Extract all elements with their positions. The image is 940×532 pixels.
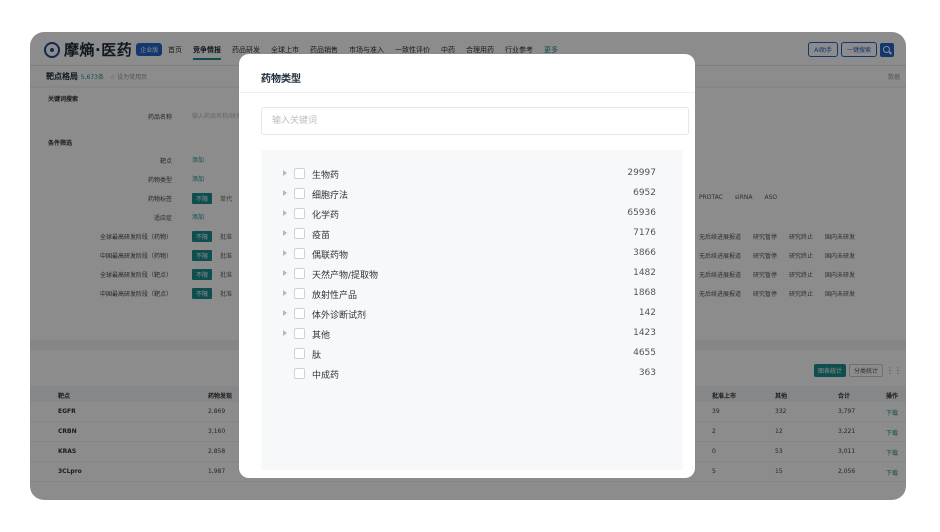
- checkbox[interactable]: [294, 308, 305, 319]
- tree-item-count: 1482: [633, 268, 656, 278]
- tree-item[interactable]: 天然产物/提取物 1482: [261, 264, 683, 284]
- expand-arrow-icon[interactable]: [283, 230, 287, 236]
- tree-item-count: 1868: [633, 288, 656, 298]
- keyword-input[interactable]: [261, 107, 689, 135]
- tree-item-count: 4655: [633, 348, 656, 358]
- dialog-divider: [239, 92, 695, 93]
- tree-item-label: 天然产物/提取物: [312, 271, 379, 281]
- drug-type-tree: 生物药 29997 细胞疗法 6952 化学药 65936 疫苗 7176 偶联…: [261, 150, 683, 470]
- tree-item[interactable]: 细胞疗法 6952: [261, 184, 683, 204]
- checkbox[interactable]: [294, 228, 305, 239]
- tree-item-count: 6952: [633, 188, 656, 198]
- tree-item-count: 29997: [627, 168, 656, 178]
- expand-arrow-icon[interactable]: [283, 210, 287, 216]
- tree-item[interactable]: 其他 1423: [261, 324, 683, 344]
- tree-item[interactable]: 肽 4655: [261, 344, 683, 364]
- drug-type-dialog: 药物类型 生物药 29997 细胞疗法 6952 化学药 65936 疫苗 71…: [239, 54, 695, 478]
- expand-arrow-icon[interactable]: [283, 270, 287, 276]
- tree-item-label: 体外诊断试剂: [312, 311, 367, 321]
- tree-item[interactable]: 中成药 363: [261, 364, 683, 384]
- tree-item[interactable]: 化学药 65936: [261, 204, 683, 224]
- expand-arrow-icon[interactable]: [283, 290, 287, 296]
- checkbox[interactable]: [294, 248, 305, 259]
- tree-item-label: 其他: [312, 331, 331, 341]
- tree-item[interactable]: 偶联药物 3866: [261, 244, 683, 264]
- tree-item[interactable]: 疫苗 7176: [261, 224, 683, 244]
- checkbox[interactable]: [294, 188, 305, 199]
- tree-item-label: 中成药: [312, 371, 340, 381]
- checkbox[interactable]: [294, 328, 305, 339]
- checkbox[interactable]: [294, 268, 305, 279]
- checkbox[interactable]: [294, 168, 305, 179]
- tree-item-count: 65936: [627, 208, 656, 218]
- tree-item-label: 化学药: [312, 211, 340, 221]
- expand-arrow-icon[interactable]: [283, 190, 287, 196]
- checkbox[interactable]: [294, 348, 305, 359]
- tree-item-label: 偶联药物: [312, 251, 349, 261]
- tree-item[interactable]: 体外诊断试剂 142: [261, 304, 683, 324]
- tree-item-count: 7176: [633, 228, 656, 238]
- tree-item-label: 生物药: [312, 171, 340, 181]
- tree-item[interactable]: 生物药 29997: [261, 164, 683, 184]
- tree-item-count: 1423: [633, 328, 656, 338]
- tree-item-count: 142: [638, 308, 656, 318]
- checkbox[interactable]: [294, 208, 305, 219]
- checkbox[interactable]: [294, 288, 305, 299]
- tree-item-label: 放射性产品: [312, 291, 358, 301]
- tree-item-count: 363: [638, 368, 656, 378]
- expand-arrow-icon[interactable]: [283, 170, 287, 176]
- expand-arrow-icon[interactable]: [283, 330, 287, 336]
- checkbox[interactable]: [294, 368, 305, 379]
- tree-item[interactable]: 放射性产品 1868: [261, 284, 683, 304]
- tree-item-count: 3866: [633, 248, 656, 258]
- tree-item-label: 细胞疗法: [312, 191, 349, 201]
- expand-arrow-icon[interactable]: [283, 310, 287, 316]
- expand-arrow-icon[interactable]: [283, 250, 287, 256]
- tree-item-label: 疫苗: [312, 231, 331, 241]
- dialog-title: 药物类型: [261, 74, 301, 85]
- tree-item-label: 肽: [312, 351, 322, 361]
